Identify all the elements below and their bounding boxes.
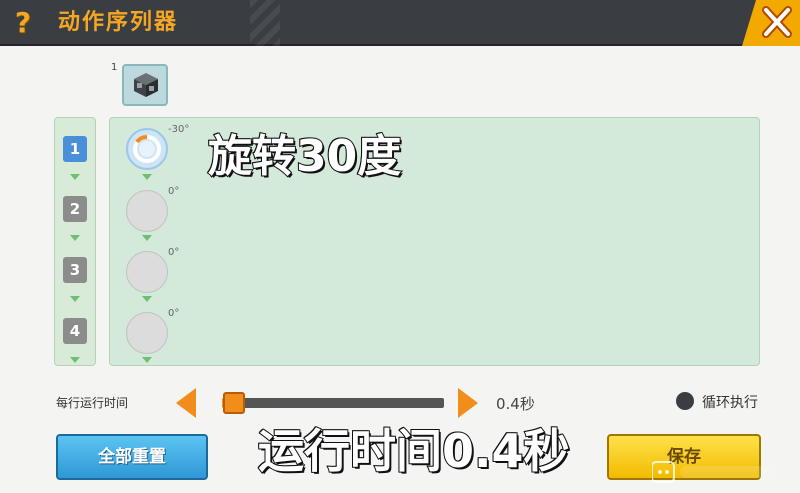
step-1-badge[interactable]: 1 (63, 136, 87, 162)
time-caption: 运行时间0.4秒 (257, 423, 570, 479)
cube-block-icon (134, 73, 158, 97)
flow-arrow-icon (142, 357, 152, 363)
step-arrow-icon (70, 357, 80, 363)
rotate-caption: 旋转30度 (207, 130, 402, 183)
step-arrow-icon (70, 235, 80, 241)
rotate-action-4[interactable] (126, 312, 168, 354)
rotate-icon (133, 135, 161, 163)
header-decoration (250, 0, 280, 46)
block-slot[interactable] (122, 64, 168, 106)
slider-thumb[interactable] (222, 392, 245, 414)
page-title: 动作序列器 (58, 10, 179, 35)
step-column: 1 2 3 4 (54, 117, 96, 366)
step-2-badge[interactable]: 2 (63, 196, 87, 222)
watermark-logo (652, 461, 780, 483)
block-slot-index: 1 (111, 62, 118, 73)
rotate-action-1[interactable] (126, 128, 168, 170)
action-4-angle: 0° (168, 308, 180, 319)
reset-all-button[interactable]: 全部重置 (56, 434, 208, 480)
time-slider[interactable] (222, 392, 444, 414)
loop-radio[interactable] (676, 392, 694, 410)
step-4-badge[interactable]: 4 (63, 318, 87, 344)
rotate-action-3[interactable] (126, 251, 168, 293)
loop-label: 循环执行 (702, 395, 758, 411)
step-arrow-icon (70, 174, 80, 180)
sequence-panel: -30° 0° 0° 0° (109, 117, 760, 366)
help-icon[interactable]: ? (8, 7, 38, 39)
close-x-icon (762, 6, 792, 38)
flow-arrow-icon (142, 235, 152, 241)
step-3-badge[interactable]: 3 (63, 257, 87, 283)
rotate-action-2[interactable] (126, 190, 168, 232)
action-1-angle: -30° (168, 124, 190, 135)
row-time-label: 每行运行时间 (56, 396, 129, 410)
decrease-arrow-button[interactable] (176, 388, 196, 418)
flow-arrow-icon (142, 174, 152, 180)
header-bar: ? 动作序列器 (0, 0, 800, 46)
increase-arrow-button[interactable] (458, 388, 478, 418)
step-arrow-icon (70, 296, 80, 302)
action-2-angle: 0° (168, 186, 180, 197)
time-value: 0.4秒 (496, 395, 535, 413)
action-3-angle: 0° (168, 247, 180, 258)
flow-arrow-icon (142, 296, 152, 302)
